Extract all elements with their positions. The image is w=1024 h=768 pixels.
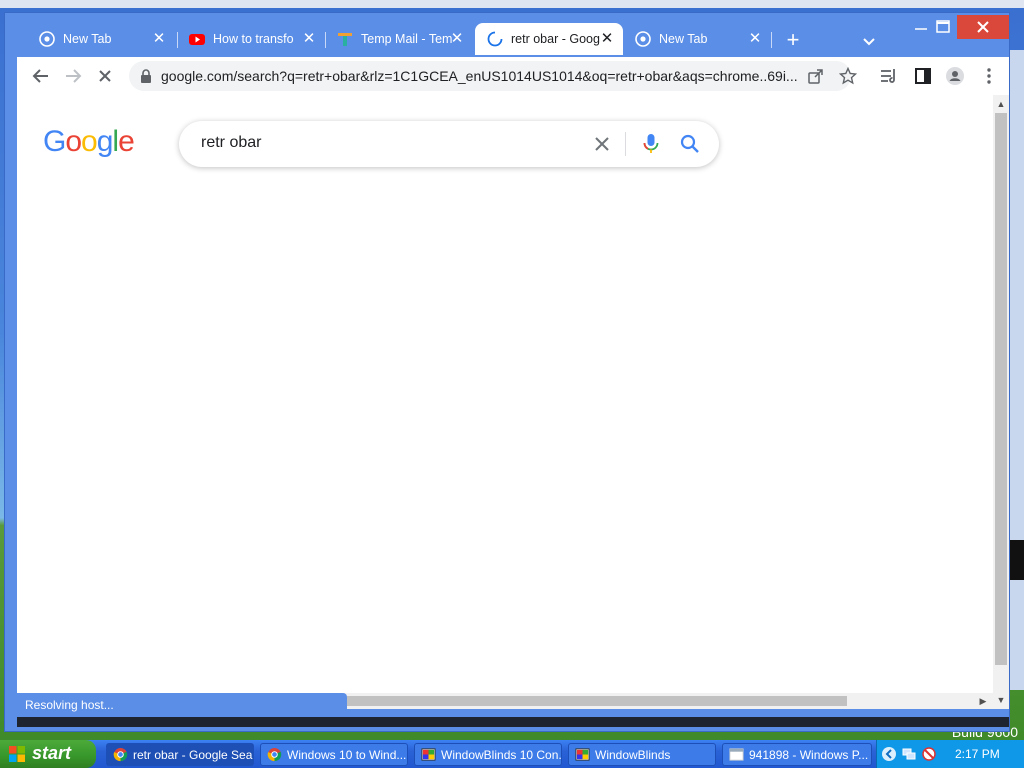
chrome-icon bbox=[635, 31, 651, 47]
taskbar: start retr obar - Google Sea... Windows … bbox=[0, 740, 1024, 768]
taskbar-item-windowblinds[interactable]: WindowBlinds bbox=[568, 743, 716, 766]
close-icon[interactable]: ✕ bbox=[301, 31, 317, 47]
tab-youtube[interactable]: How to transfo ✕ bbox=[177, 23, 325, 55]
windowblinds-icon bbox=[421, 748, 436, 761]
new-tab-button[interactable]: + bbox=[781, 29, 805, 53]
search-icon[interactable] bbox=[679, 133, 701, 155]
window-icon bbox=[729, 748, 744, 761]
tab-search-icon[interactable] bbox=[859, 31, 879, 51]
lock-icon[interactable] bbox=[139, 68, 153, 84]
url-text: google.com/search?q=retr+obar&rlz=1C1GCE… bbox=[161, 68, 797, 84]
tab-new-tab-1[interactable]: New Tab ✕ bbox=[27, 23, 175, 55]
taskbar-item-windows-10[interactable]: Windows 10 to Wind... bbox=[260, 743, 408, 766]
browser-toolbar: google.com/search?q=retr+obar&rlz=1C1GCE… bbox=[17, 57, 1009, 95]
profile-avatar-icon[interactable] bbox=[945, 66, 965, 86]
chrome-icon bbox=[39, 31, 55, 47]
side-panel-icon[interactable] bbox=[913, 66, 933, 86]
start-label: start bbox=[32, 743, 72, 763]
background-window-edge bbox=[1008, 50, 1024, 690]
media-control-icon[interactable] bbox=[879, 66, 899, 86]
address-bar[interactable]: google.com/search?q=retr+obar&rlz=1C1GCE… bbox=[129, 61, 857, 91]
forward-arrow-icon[interactable] bbox=[61, 64, 85, 88]
taskbar-item-windows-p[interactable]: 941898 - Windows P... bbox=[722, 743, 872, 766]
search-input[interactable]: retr obar bbox=[201, 134, 261, 152]
search-box[interactable]: retr obar bbox=[179, 121, 719, 167]
tempmail-icon bbox=[338, 33, 352, 46]
tray-expand-icon[interactable] bbox=[881, 746, 897, 762]
status-bubble: Resolving host... bbox=[17, 693, 347, 717]
taskbar-item-windowblinds-config[interactable]: WindowBlinds 10 Con... bbox=[414, 743, 562, 766]
bookmark-star-icon[interactable] bbox=[839, 67, 857, 85]
network-icon[interactable] bbox=[901, 746, 917, 762]
back-arrow-icon[interactable] bbox=[29, 64, 53, 88]
search-divider bbox=[625, 132, 626, 156]
tab-strip: New Tab ✕ How to transfo ✕ Temp Mail - T… bbox=[5, 13, 1009, 55]
chrome-icon bbox=[267, 747, 282, 762]
scroll-thumb[interactable] bbox=[995, 113, 1007, 665]
vertical-scrollbar[interactable]: ▲ ▼ bbox=[993, 95, 1009, 709]
tab-temp-mail[interactable]: Temp Mail - Tem ✕ bbox=[325, 23, 473, 55]
window-bottom-frame bbox=[17, 717, 1009, 727]
system-tray: 2:17 PM bbox=[876, 740, 1024, 768]
youtube-icon bbox=[189, 34, 205, 45]
close-icon[interactable]: ✕ bbox=[449, 31, 465, 47]
tab-new-tab-2[interactable]: New Tab ✕ bbox=[623, 23, 771, 55]
close-window-button[interactable] bbox=[957, 15, 1009, 39]
close-icon[interactable]: ✕ bbox=[599, 31, 615, 47]
page-content: Google retr obar ▲ ▼ ▶ Resolving host... bbox=[17, 95, 1009, 717]
chrome-icon bbox=[113, 747, 128, 762]
share-icon[interactable] bbox=[807, 67, 825, 85]
loading-spinner-icon bbox=[487, 31, 503, 47]
scroll-up-arrow[interactable]: ▲ bbox=[993, 97, 1009, 111]
chrome-window: New Tab ✕ How to transfo ✕ Temp Mail - T… bbox=[4, 12, 1010, 732]
tab-google-search[interactable]: retr obar - Goog ✕ bbox=[475, 23, 623, 55]
security-alert-icon[interactable] bbox=[921, 746, 937, 762]
scroll-down-arrow[interactable]: ▼ bbox=[993, 693, 1009, 707]
kebab-menu-icon[interactable] bbox=[979, 66, 999, 86]
google-logo[interactable]: Google bbox=[43, 125, 135, 159]
microphone-icon[interactable] bbox=[641, 132, 661, 156]
taskbar-item-google-search[interactable]: retr obar - Google Sea... bbox=[106, 743, 254, 766]
start-button[interactable]: start bbox=[0, 740, 96, 768]
clear-search-icon[interactable] bbox=[591, 133, 613, 155]
close-icon[interactable]: ✕ bbox=[747, 31, 763, 47]
windows-flag-icon bbox=[9, 746, 25, 762]
close-icon[interactable]: ✕ bbox=[151, 31, 167, 47]
scroll-right-arrow[interactable]: ▶ bbox=[975, 693, 991, 709]
desktop-top-strip bbox=[0, 0, 1024, 8]
maximize-button[interactable] bbox=[925, 15, 961, 39]
windowblinds-icon bbox=[575, 748, 590, 761]
clock[interactable]: 2:17 PM bbox=[955, 747, 1000, 761]
stop-loading-icon[interactable] bbox=[93, 64, 117, 88]
scroll-thumb[interactable] bbox=[347, 696, 847, 706]
